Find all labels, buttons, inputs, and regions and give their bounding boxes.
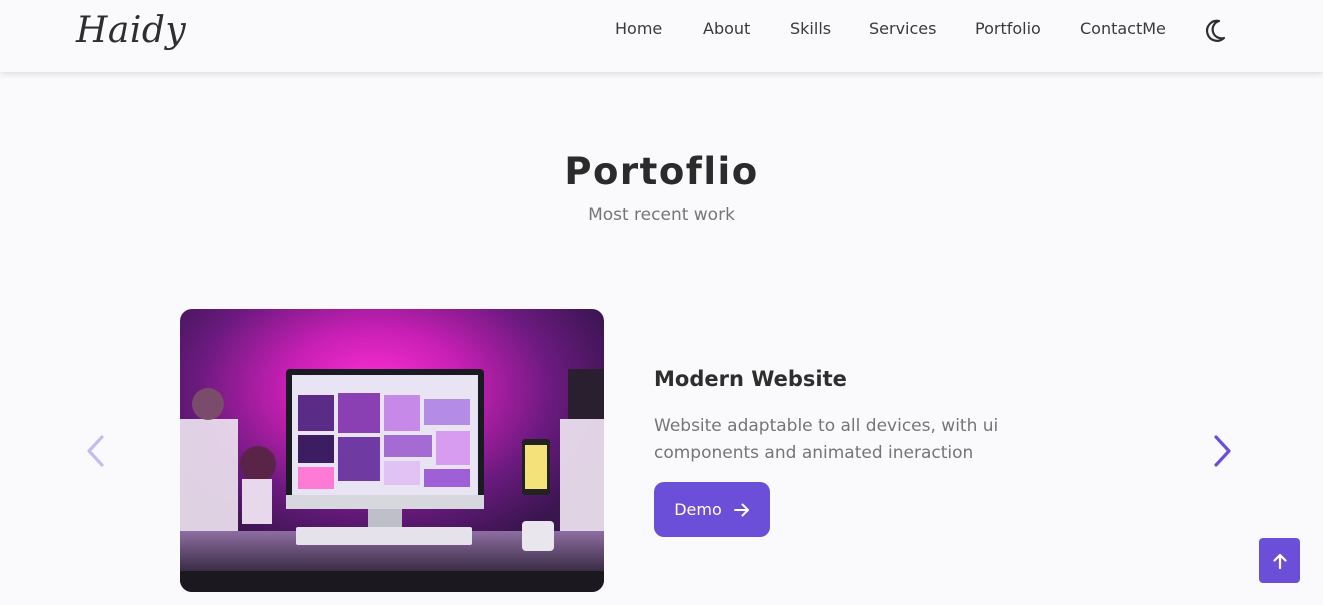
- chevron-right-icon[interactable]: [1210, 434, 1234, 468]
- nav-link-skills[interactable]: Skills: [790, 19, 831, 38]
- project-image: [180, 309, 604, 592]
- demo-button-label: Demo: [674, 500, 722, 519]
- chevron-left-icon[interactable]: [84, 434, 108, 468]
- desktop-setup-image: [180, 309, 604, 592]
- main-nav: Home About Skills Services Portfolio Con…: [0, 19, 1323, 43]
- site-header: Haidy Home About Skills Services Portfol…: [0, 0, 1323, 72]
- section-title: Portoflio: [564, 150, 759, 193]
- nav-link-about[interactable]: About: [703, 19, 750, 38]
- moon-icon[interactable]: [1202, 17, 1228, 45]
- scroll-up-button[interactable]: [1259, 538, 1300, 583]
- nav-link-portfolio[interactable]: Portfolio: [975, 19, 1041, 38]
- nav-link-contactme[interactable]: ContactMe: [1080, 19, 1166, 38]
- section-subtitle: Most recent work: [588, 205, 735, 225]
- nav-link-home[interactable]: Home: [615, 19, 662, 38]
- project-description: Website adaptable to all devices, with u…: [654, 416, 999, 463]
- demo-button[interactable]: Demo: [654, 482, 770, 537]
- project-title: Modern Website: [654, 367, 847, 391]
- arrow-right-icon: [733, 503, 749, 516]
- nav-link-services[interactable]: Services: [869, 19, 936, 38]
- arrow-up-icon: [1272, 553, 1287, 569]
